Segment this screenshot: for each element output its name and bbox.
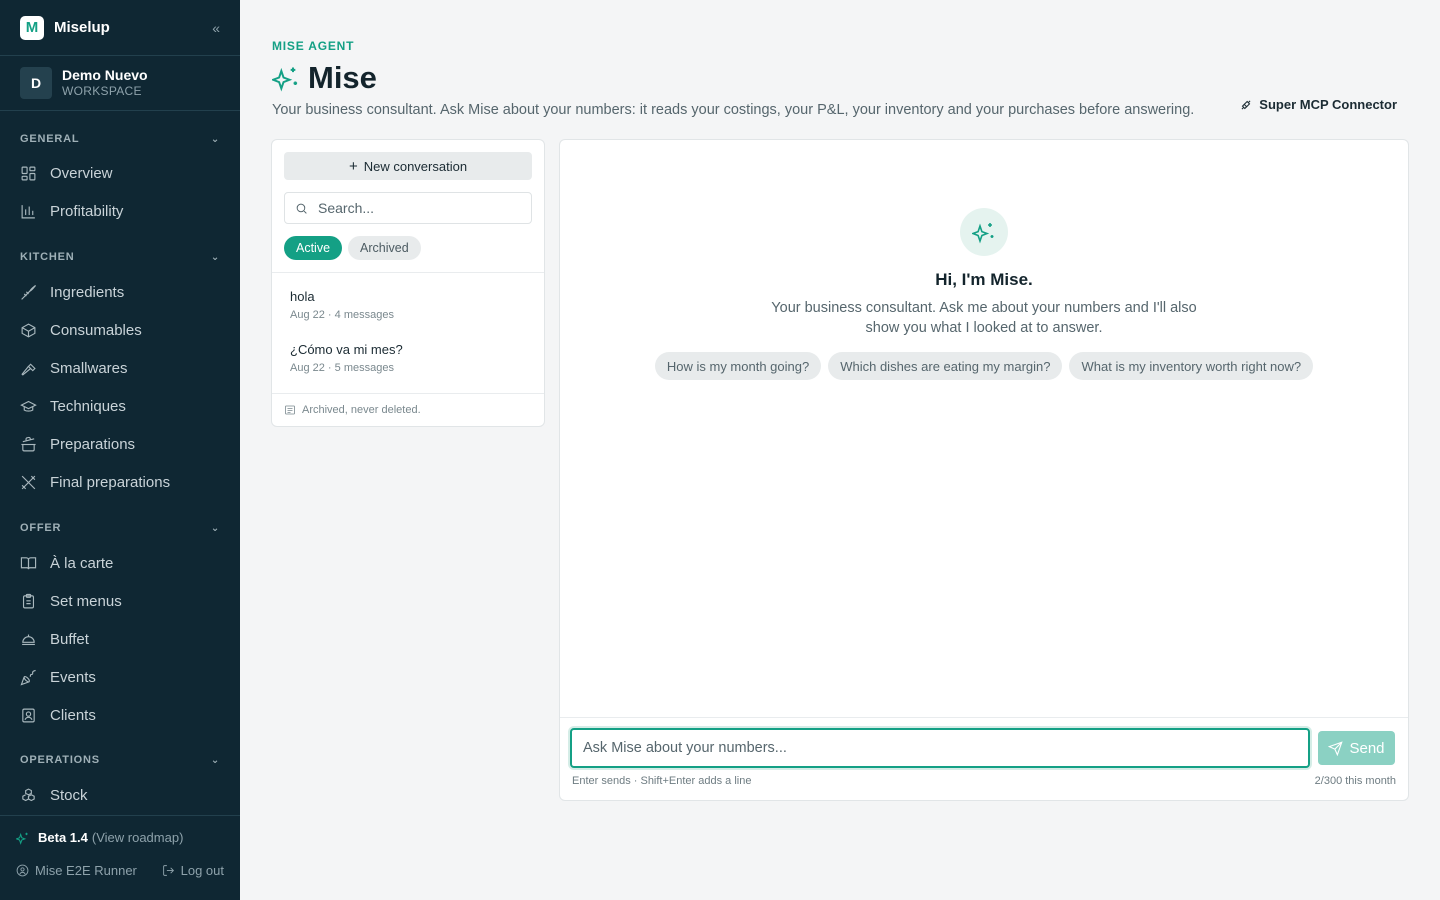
box-icon xyxy=(21,322,36,338)
chat-intro: Your business consultant. Ask me about y… xyxy=(771,300,1197,336)
page-eyebrow: MISE AGENT xyxy=(272,39,355,53)
message-input[interactable] xyxy=(570,728,1310,768)
sparkles-icon xyxy=(16,832,28,845)
search-input[interactable] xyxy=(318,200,518,216)
user-name: Mise E2E Runner xyxy=(35,863,137,878)
user-profile[interactable]: Mise E2E Runner xyxy=(16,863,137,878)
workspace-label: WORKSPACE xyxy=(62,84,142,99)
carrot-icon xyxy=(21,284,37,300)
sidebar-item-stock[interactable]: Stock xyxy=(0,776,240,814)
sidebar-item-ingredients[interactable]: Ingredients xyxy=(0,273,240,311)
boxes-icon xyxy=(22,787,35,801)
clipboard-icon xyxy=(22,593,35,608)
brand-logo: M xyxy=(20,15,44,40)
double-chevron-left-icon[interactable]: « xyxy=(212,20,220,36)
sidebar-item-clients[interactable]: Clients xyxy=(0,696,240,734)
logout-button[interactable]: Log out xyxy=(162,863,224,878)
chevron-down-icon: ⌄ xyxy=(210,754,220,766)
utensils-icon xyxy=(21,475,36,489)
mise-avatar xyxy=(960,208,1008,256)
conversations-panel: + New conversation Active Archived hola … xyxy=(271,139,545,427)
section-offer: OFFER ⌄ À la carte Set menus Buffet Event… xyxy=(0,518,240,734)
brand-name: Miselup xyxy=(54,19,110,36)
section-header-general[interactable]: GENERAL ⌄ xyxy=(0,129,240,149)
contact-icon xyxy=(22,708,35,722)
section-header-operations[interactable]: OPERATIONS ⌄ xyxy=(0,750,240,770)
workspace-switcher[interactable]: D Demo Nuevo WORKSPACE xyxy=(0,56,240,111)
sidebar: M Miselup « D Demo Nuevo WORKSPACE GENER… xyxy=(0,0,240,900)
hammer-icon xyxy=(21,362,36,376)
plug-icon xyxy=(1241,100,1251,109)
chevron-down-icon: ⌄ xyxy=(210,133,220,145)
conversation-search xyxy=(284,192,532,224)
page-subtitle: Your business consultant. Ask Mise about… xyxy=(272,102,1195,118)
section-kitchen: KITCHEN ⌄ Ingredients Consumables Smallwa… xyxy=(0,247,240,501)
brand-bar: M Miselup « xyxy=(0,0,240,56)
conversation-title: hola xyxy=(290,289,315,304)
workspace-name: Demo Nuevo xyxy=(62,67,148,84)
conversation-meta: Aug 22 · 4 messages xyxy=(290,309,394,321)
sidebar-item-techniques[interactable]: Techniques xyxy=(0,387,240,425)
list-item[interactable]: hola Aug 22 · 4 messages xyxy=(272,273,544,326)
user-circle-icon xyxy=(16,864,29,877)
conversation-filters: Active Archived xyxy=(284,236,421,260)
super-mcp-connector-link[interactable]: Super MCP Connector xyxy=(1239,97,1397,112)
suggestion-chip[interactable]: Which dishes are eating my margin? xyxy=(828,352,1063,380)
sidebar-item-preparations[interactable]: Preparations xyxy=(0,425,240,463)
filter-archived[interactable]: Archived xyxy=(348,236,421,260)
list-item[interactable]: ¿Cómo va mi mes? Aug 22 · 5 messages xyxy=(272,326,544,379)
grid-icon xyxy=(21,166,36,180)
conversation-title: ¿Cómo va mi mes? xyxy=(290,342,403,357)
bar-chart-icon xyxy=(21,204,35,218)
cloche-icon xyxy=(22,634,35,645)
book-open-icon xyxy=(20,556,37,569)
new-conversation-button[interactable]: + New conversation xyxy=(284,152,532,180)
conversation-meta: Aug 22 · 5 messages xyxy=(290,362,394,374)
party-popper-icon xyxy=(20,669,36,686)
sidebar-item-overview[interactable]: Overview xyxy=(0,154,240,192)
chat-panel: Hi, I'm Mise. Your business consultant. … xyxy=(559,139,1409,801)
view-roadmap-link[interactable]: (View roadmap) xyxy=(92,830,184,845)
cooking-pot-icon xyxy=(21,436,36,451)
sidebar-item-events[interactable]: Events xyxy=(0,658,240,696)
chevron-down-icon: ⌄ xyxy=(210,251,220,263)
sparkles-icon xyxy=(272,67,298,92)
section-header-offer[interactable]: OFFER ⌄ xyxy=(0,518,240,538)
conversation-list: hola Aug 22 · 4 messages ¿Cómo va mi mes… xyxy=(272,272,544,379)
sidebar-item-smallwares[interactable]: Smallwares xyxy=(0,349,240,387)
sidebar-item-set-menus[interactable]: Set menus xyxy=(0,582,240,620)
send-icon xyxy=(1328,740,1344,756)
sidebar-item-buffet[interactable]: Buffet xyxy=(0,620,240,658)
message-composer: Send Enter sends · Shift+Enter adds a li… xyxy=(560,717,1408,801)
chat-greeting: Hi, I'm Mise. xyxy=(935,270,1033,289)
sidebar-item-final-preparations[interactable]: Final preparations xyxy=(0,463,240,501)
section-header-kitchen[interactable]: KITCHEN ⌄ xyxy=(0,247,240,267)
plus-icon: + xyxy=(348,157,358,175)
search-icon xyxy=(296,203,307,214)
message-quota: 2/300 this month xyxy=(1314,775,1396,787)
composer-hint: Enter sends · Shift+Enter adds a line xyxy=(572,775,752,787)
filter-active[interactable]: Active xyxy=(284,236,343,260)
graduation-cap-icon xyxy=(20,400,37,412)
section-general: GENERAL ⌄ Overview Profitability xyxy=(0,129,240,230)
archive-note: Archived, never deleted. xyxy=(272,393,544,426)
send-button[interactable]: Send xyxy=(1318,731,1395,765)
chevron-down-icon: ⌄ xyxy=(210,522,220,534)
section-operations: OPERATIONS ⌄ Stock xyxy=(0,750,240,814)
page-title: Mise xyxy=(308,60,377,95)
suggestion-chip[interactable]: What is my inventory worth right now? xyxy=(1069,352,1314,380)
suggestion-chip[interactable]: How is my month going? xyxy=(654,352,822,380)
suggestion-chips: How is my month going? Which dishes are … xyxy=(560,352,1408,380)
sidebar-item-profitability[interactable]: Profitability xyxy=(0,192,240,230)
log-out-icon xyxy=(162,865,174,876)
beta-version: Beta 1.4 (View roadmap) xyxy=(16,830,224,845)
sidebar-footer: Beta 1.4 (View roadmap) Mise E2E Runner … xyxy=(0,815,240,900)
page-title-row: Mise xyxy=(272,60,377,96)
sidebar-item-consumables[interactable]: Consumables xyxy=(0,311,240,349)
archive-icon xyxy=(285,405,295,415)
beta-label: Beta 1.4 xyxy=(38,830,88,845)
workspace-avatar: D xyxy=(20,67,52,99)
sparkles-icon xyxy=(972,223,994,244)
sidebar-item-a-la-carte[interactable]: À la carte xyxy=(0,544,240,582)
